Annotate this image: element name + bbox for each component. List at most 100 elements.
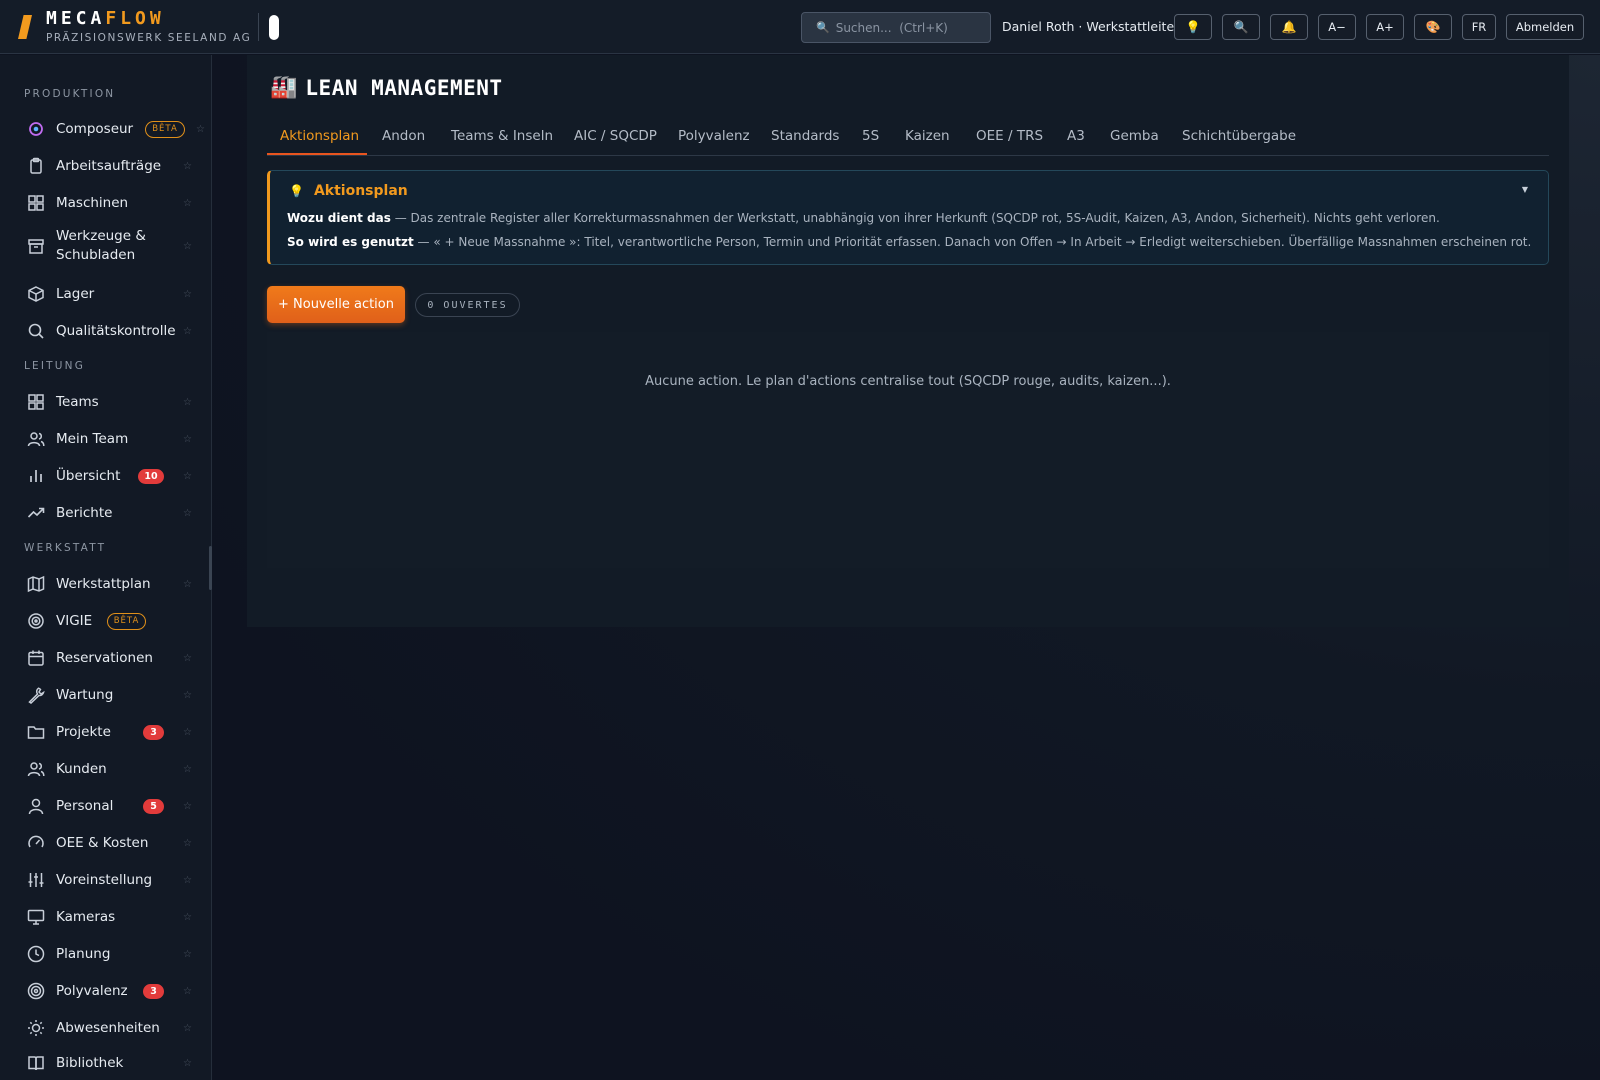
users-icon [27, 760, 45, 778]
sidebar-item-oee-kosten[interactable]: OEE & Kosten ☆ [0, 826, 211, 860]
tab-schichtuebergabe[interactable]: Schichtübergabe [1182, 128, 1296, 144]
tab-oee-trs[interactable]: OEE / TRS [976, 128, 1043, 144]
sidebar-item-label: Qualitätskontrolle [56, 323, 176, 339]
favorite-star-icon[interactable]: ☆ [183, 727, 192, 738]
search-box[interactable]: 🔍 [801, 12, 991, 43]
favorite-star-icon[interactable]: ☆ [183, 471, 192, 482]
count-badge: 5 [143, 798, 164, 814]
sidebar-item-composeur[interactable]: Composeur BÊTA ☆ [0, 112, 211, 146]
font-smaller-button[interactable]: A− [1318, 14, 1356, 40]
drawer-icon [27, 237, 45, 255]
clock-icon [27, 945, 45, 963]
target-icon [27, 982, 45, 1000]
favorite-star-icon[interactable]: ☆ [183, 912, 192, 923]
sidebar-item-label: VIGIE [56, 613, 93, 629]
sidebar-item-lager[interactable]: Lager ☆ [0, 277, 211, 311]
tab-polyvalenz[interactable]: Polyvalenz [678, 128, 750, 144]
favorite-star-icon[interactable]: ☆ [183, 434, 192, 445]
sidebar-item-mein-team[interactable]: Mein Team ☆ [0, 422, 211, 456]
user-icon [27, 797, 45, 815]
language-button[interactable]: FR [1462, 14, 1496, 40]
sidebar-item-vigie[interactable]: VIGIE BÊTA [0, 604, 211, 638]
sidebar-item-teams[interactable]: Teams ☆ [0, 385, 211, 419]
tab-kaizen[interactable]: Kaizen [905, 128, 950, 144]
brand[interactable]: MECAFLOW PRÄZISIONSWERK SEELAND AG [46, 8, 251, 44]
favorite-star-icon[interactable]: ☆ [183, 397, 192, 408]
favorite-star-icon[interactable]: ☆ [183, 838, 192, 849]
count-badge: 3 [143, 983, 164, 999]
favorite-star-icon[interactable]: ☆ [183, 986, 192, 997]
sidebar-item-werkzeuge[interactable]: Werkzeuge & Schubladen ☆ [0, 223, 211, 269]
sidebar-item-label: Abwesenheiten [56, 1020, 160, 1036]
tab-gemba[interactable]: Gemba [1110, 128, 1159, 144]
sidebar-item-bibliothek[interactable]: Bibliothek ☆ [0, 1046, 211, 1080]
favorite-star-icon[interactable]: ☆ [196, 124, 205, 135]
bar-chart-icon [27, 467, 45, 485]
tab-standards[interactable]: Standards [771, 128, 839, 144]
favorite-star-icon[interactable]: ☆ [183, 289, 192, 300]
folder-icon [27, 723, 45, 741]
sidebar-item-reservationen[interactable]: Reservationen ☆ [0, 641, 211, 675]
sidebar-item-label: Maschinen [56, 195, 129, 211]
sidebar-item-abwesenheiten[interactable]: Abwesenheiten ☆ [0, 1011, 211, 1045]
sidebar-item-maschinen[interactable]: Maschinen ☆ [0, 186, 211, 220]
favorite-star-icon[interactable]: ☆ [183, 1058, 192, 1069]
favorite-star-icon[interactable]: ☆ [183, 875, 192, 886]
sidebar-item-label: Berichte [56, 505, 113, 521]
sidebar-item-polyvalenz[interactable]: Polyvalenz 3 ☆ [0, 974, 211, 1008]
favorite-star-icon[interactable]: ☆ [183, 801, 192, 812]
sidebar-item-voreinstellung[interactable]: Voreinstellung ☆ [0, 863, 211, 897]
gauge-icon [27, 834, 45, 852]
tab-aktionsplan[interactable]: Aktionsplan [280, 128, 359, 144]
favorite-star-icon[interactable]: ☆ [183, 198, 192, 209]
sidebar-toggle[interactable] [269, 15, 279, 40]
sidebar-item-projekte[interactable]: Projekte 3 ☆ [0, 715, 211, 749]
info-panel[interactable]: 💡 Aktionsplan ▼ Wozu dient das — Das zen… [267, 170, 1549, 265]
search-input[interactable] [835, 20, 986, 35]
favorite-star-icon[interactable]: ☆ [183, 764, 192, 775]
notifications-button[interactable]: 🔔 [1270, 14, 1308, 40]
sidebar-item-planung[interactable]: Planung ☆ [0, 937, 211, 971]
tips-button[interactable]: 💡 [1174, 14, 1212, 40]
logout-button[interactable]: Abmelden [1506, 14, 1584, 40]
collapse-caret-icon[interactable]: ▼ [1522, 185, 1528, 194]
sidebar-item-qualitaetskontrolle[interactable]: Qualitätskontrolle ☆ [0, 314, 211, 348]
sidebar-section-title: WERKSTATT [24, 542, 107, 554]
search-button[interactable]: 🔍 [1222, 14, 1260, 40]
sidebar-item-label: Werkstattplan [56, 576, 151, 592]
tab-aic-sqcdp[interactable]: AIC / SQCDP [574, 128, 657, 144]
sidebar-item-arbeitsauftraege[interactable]: Arbeitsaufträge ☆ [0, 149, 211, 183]
favorite-star-icon[interactable]: ☆ [183, 579, 192, 590]
composer-icon [27, 120, 45, 138]
sidebar-item-label: Polyvalenz [56, 983, 128, 999]
favorite-star-icon[interactable]: ☆ [183, 949, 192, 960]
sidebar-item-label: Wartung [56, 687, 114, 703]
favorite-star-icon[interactable]: ☆ [183, 161, 192, 172]
info-panel-header: 💡 Aktionsplan [289, 183, 408, 199]
new-action-button[interactable]: + Nouvelle action [267, 286, 405, 323]
font-larger-button[interactable]: A+ [1366, 14, 1404, 40]
favorite-star-icon[interactable]: ☆ [183, 690, 192, 701]
favorite-star-icon[interactable]: ☆ [183, 241, 192, 252]
favorite-star-icon[interactable]: ☆ [183, 508, 192, 519]
sidebar-item-wartung[interactable]: Wartung ☆ [0, 678, 211, 712]
sidebar-item-werkstattplan[interactable]: Werkstattplan ☆ [0, 567, 211, 601]
theme-button[interactable]: 🎨 [1414, 14, 1452, 40]
tab-teams-inseln[interactable]: Teams & Inseln [451, 128, 553, 144]
count-badge: 10 [138, 468, 164, 484]
sidebar-item-kunden[interactable]: Kunden ☆ [0, 752, 211, 786]
favorite-star-icon[interactable]: ☆ [183, 1023, 192, 1034]
bell-icon: 🔔 [1281, 20, 1297, 34]
tab-5s[interactable]: 5S [862, 128, 879, 144]
sidebar-item-label: Übersicht [56, 468, 121, 484]
favorite-star-icon[interactable]: ☆ [183, 653, 192, 664]
sidebar-item-uebersicht[interactable]: Übersicht 10 ☆ [0, 459, 211, 493]
tab-andon[interactable]: Andon [382, 128, 425, 144]
brand-name: MECAFLOW [46, 8, 165, 29]
sidebar-item-berichte[interactable]: Berichte ☆ [0, 496, 211, 530]
sidebar-item-kameras[interactable]: Kameras ☆ [0, 900, 211, 934]
favorite-star-icon[interactable]: ☆ [183, 326, 192, 337]
sidebar-item-personal[interactable]: Personal 5 ☆ [0, 789, 211, 823]
tab-a3[interactable]: A3 [1067, 128, 1085, 144]
grid-icon [27, 194, 45, 212]
